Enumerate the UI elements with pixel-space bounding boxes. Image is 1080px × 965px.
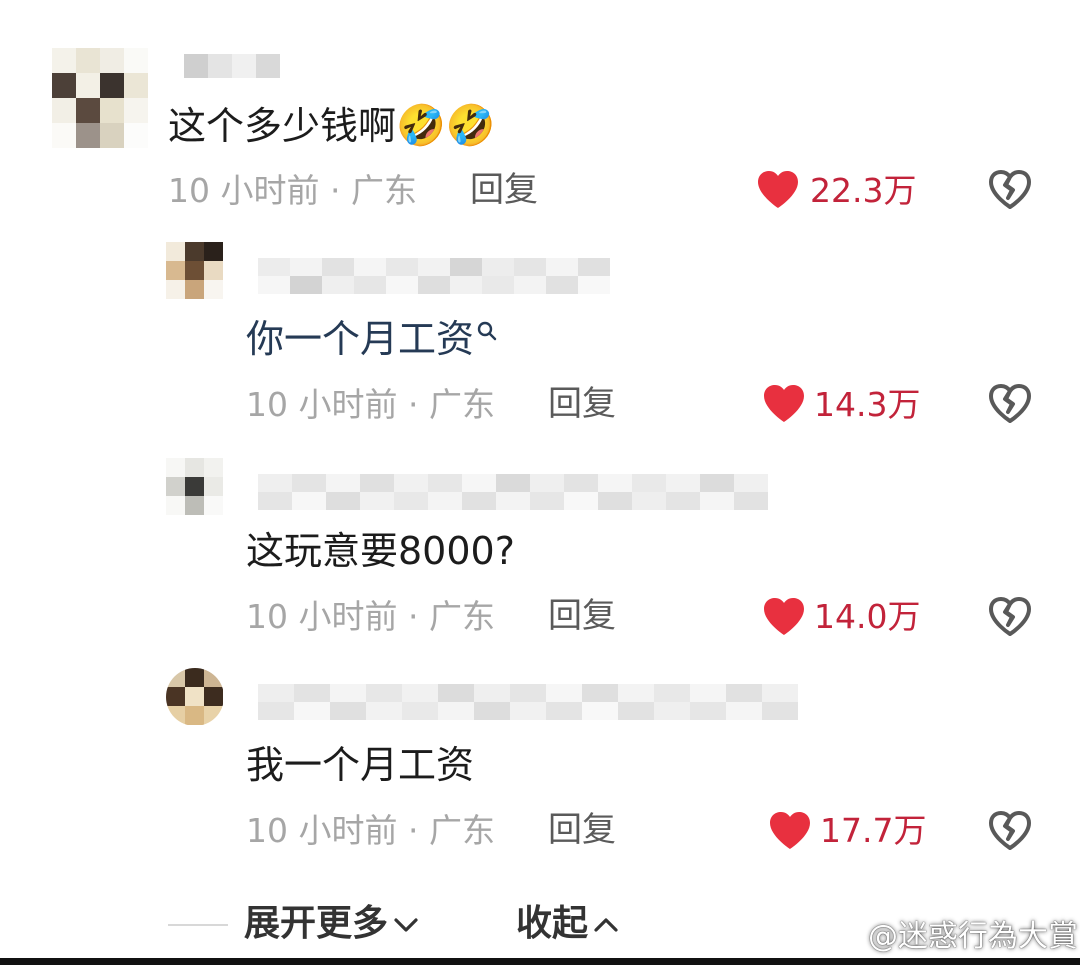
comment-time-location: 10 小时前 · 广东 [168,171,417,210]
username[interactable] [258,474,768,510]
comment-time-location: 10 小时前 · 广东 [246,385,495,424]
chevron-up-icon [594,918,618,932]
dislike-broken-heart-icon[interactable] [988,597,1032,637]
dislike-broken-heart-icon[interactable] [988,170,1032,210]
reply-button[interactable]: 回复 [548,813,616,847]
avatar[interactable] [166,668,224,726]
reply-button[interactable]: 回复 [548,599,616,633]
comment-text: 这玩意要8000? [246,529,515,573]
chevron-down-icon [394,918,418,932]
search-icon[interactable] [476,320,498,342]
laughing-emoji-icon: 🤣 [445,103,496,149]
like-count: 22.3万 [810,171,917,210]
dislike-broken-heart-icon[interactable] [988,811,1032,851]
username[interactable] [258,258,610,294]
thread-divider [168,924,228,926]
comment-text: 我一个月工资 [246,743,475,787]
comment-text: 这个多少钱啊🤣🤣 [168,103,496,149]
username[interactable] [258,684,798,720]
watermark: @迷惑行為大賞 [830,922,1078,952]
avatar[interactable] [166,458,224,516]
like-heart-icon[interactable] [762,597,806,637]
username[interactable] [184,54,280,78]
comment-time-location: 10 小时前 · 广东 [246,811,495,850]
like-count: 14.0万 [814,597,921,636]
avatar[interactable] [166,242,224,300]
collapse-button[interactable]: 收起 [516,906,620,942]
reply-button[interactable]: 回复 [470,173,538,207]
bottom-bar [0,958,1080,965]
like-count: 17.7万 [820,811,927,850]
comment-time-location: 10 小时前 · 广东 [246,597,495,636]
expand-more-button[interactable]: 展开更多 [244,906,420,942]
reply-button[interactable]: 回复 [548,387,616,421]
weibo-logo-icon [830,926,863,951]
like-heart-icon[interactable] [762,384,806,424]
like-count: 14.3万 [814,385,921,424]
like-heart-icon[interactable] [768,811,812,851]
dislike-broken-heart-icon[interactable] [988,384,1032,424]
like-heart-icon[interactable] [756,170,800,210]
comment-text: 你一个月工资 [246,320,498,358]
laughing-emoji-icon: 🤣 [396,103,446,149]
avatar[interactable] [52,48,148,148]
